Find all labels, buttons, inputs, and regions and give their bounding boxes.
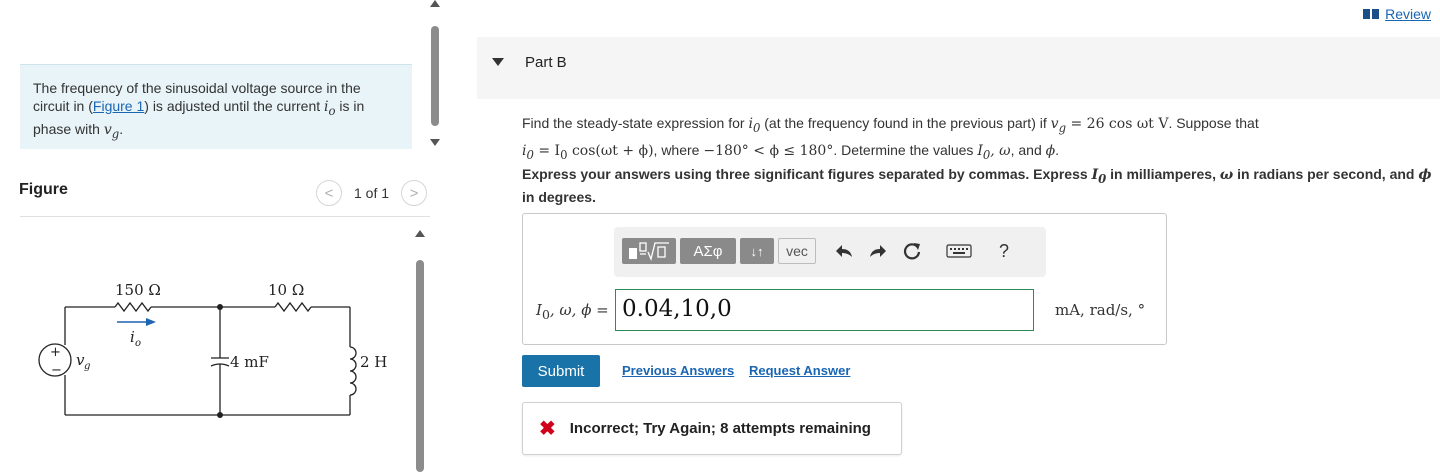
feedback-box: ✖ Incorrect; Try Again; 8 attempts remai…	[522, 402, 902, 455]
redo-icon[interactable]	[866, 239, 890, 263]
inductor-label: 2 H	[360, 353, 387, 371]
answer-input[interactable]: 0.04,10,0	[615, 289, 1034, 331]
scroll-up-arrow[interactable]	[430, 0, 440, 7]
figure-link[interactable]: Figure 1	[93, 98, 144, 114]
answer-units: mA, rad/s, °	[1055, 301, 1146, 319]
scroll-up-arrow[interactable]	[415, 230, 425, 237]
current-variable: io	[324, 99, 336, 118]
book-icon	[1363, 9, 1380, 19]
part-header[interactable]: Part B	[477, 37, 1440, 99]
circuit-diagram: 150 Ω 10 Ω 4 mF 2 H i o v g + −	[38, 281, 387, 418]
vector-button[interactable]: vec	[778, 238, 816, 264]
pager-text: 1 of 1	[354, 185, 390, 201]
instructions-text: Express your answers using three signifi…	[522, 166, 1432, 205]
keyboard-icon[interactable]	[944, 239, 974, 263]
prev-figure-button[interactable]: <	[316, 180, 342, 206]
previous-answers-link[interactable]: Previous Answers	[622, 363, 734, 378]
source-sub: g	[84, 361, 90, 372]
divider	[20, 216, 430, 217]
reset-icon[interactable]	[900, 239, 924, 263]
math-toolbar: ΑΣφ ↓↑ vec ?	[614, 227, 1046, 277]
r2-label: 10 Ω	[268, 281, 304, 299]
next-figure-button[interactable]: >	[401, 180, 428, 206]
current-sub: o	[135, 338, 141, 349]
review-label: Review	[1385, 6, 1431, 22]
templates-button[interactable]	[622, 238, 676, 264]
part-title: Part B	[525, 53, 567, 71]
answer-box: ΑΣφ ↓↑ vec ? I0, ω, ϕ = 0.04,10,0 mA, ra…	[522, 213, 1167, 345]
submit-button[interactable]: Submit	[522, 355, 600, 387]
templates-icon	[629, 242, 669, 261]
feedback-message: Incorrect; Try Again; 8 attempts remaini…	[569, 420, 871, 437]
review-link[interactable]: Review	[1362, 6, 1431, 22]
incorrect-icon: ✖	[539, 418, 556, 440]
problem-text: ) is adjusted until the current	[144, 98, 325, 114]
collapse-caret-icon[interactable]	[492, 58, 504, 66]
answer-label: I0, ω, ϕ =	[536, 301, 609, 322]
scrollbar-thumb[interactable]	[416, 260, 424, 472]
sort-arrows-button[interactable]: ↓↑	[740, 238, 774, 264]
scrollbar-thumb[interactable]	[431, 26, 439, 126]
problem-statement: The frequency of the sinusoidal voltage …	[20, 64, 412, 149]
minus-sign: −	[51, 363, 62, 378]
plus-sign: +	[50, 345, 61, 360]
question-text: Find the steady-state expression for i0 …	[522, 115, 1259, 162]
capacitor-label: 4 mF	[230, 353, 269, 371]
undo-icon[interactable]	[832, 239, 856, 263]
figure-title: Figure	[19, 181, 68, 198]
scroll-down-arrow[interactable]	[430, 139, 440, 146]
help-button[interactable]: ?	[992, 239, 1016, 263]
greek-symbols-button[interactable]: ΑΣφ	[680, 238, 736, 264]
request-answer-link[interactable]: Request Answer	[749, 363, 850, 378]
voltage-variable: vg	[103, 121, 120, 141]
figure-pager: < 1 of 1 >	[316, 180, 428, 206]
r1-label: 150 Ω	[115, 281, 161, 299]
